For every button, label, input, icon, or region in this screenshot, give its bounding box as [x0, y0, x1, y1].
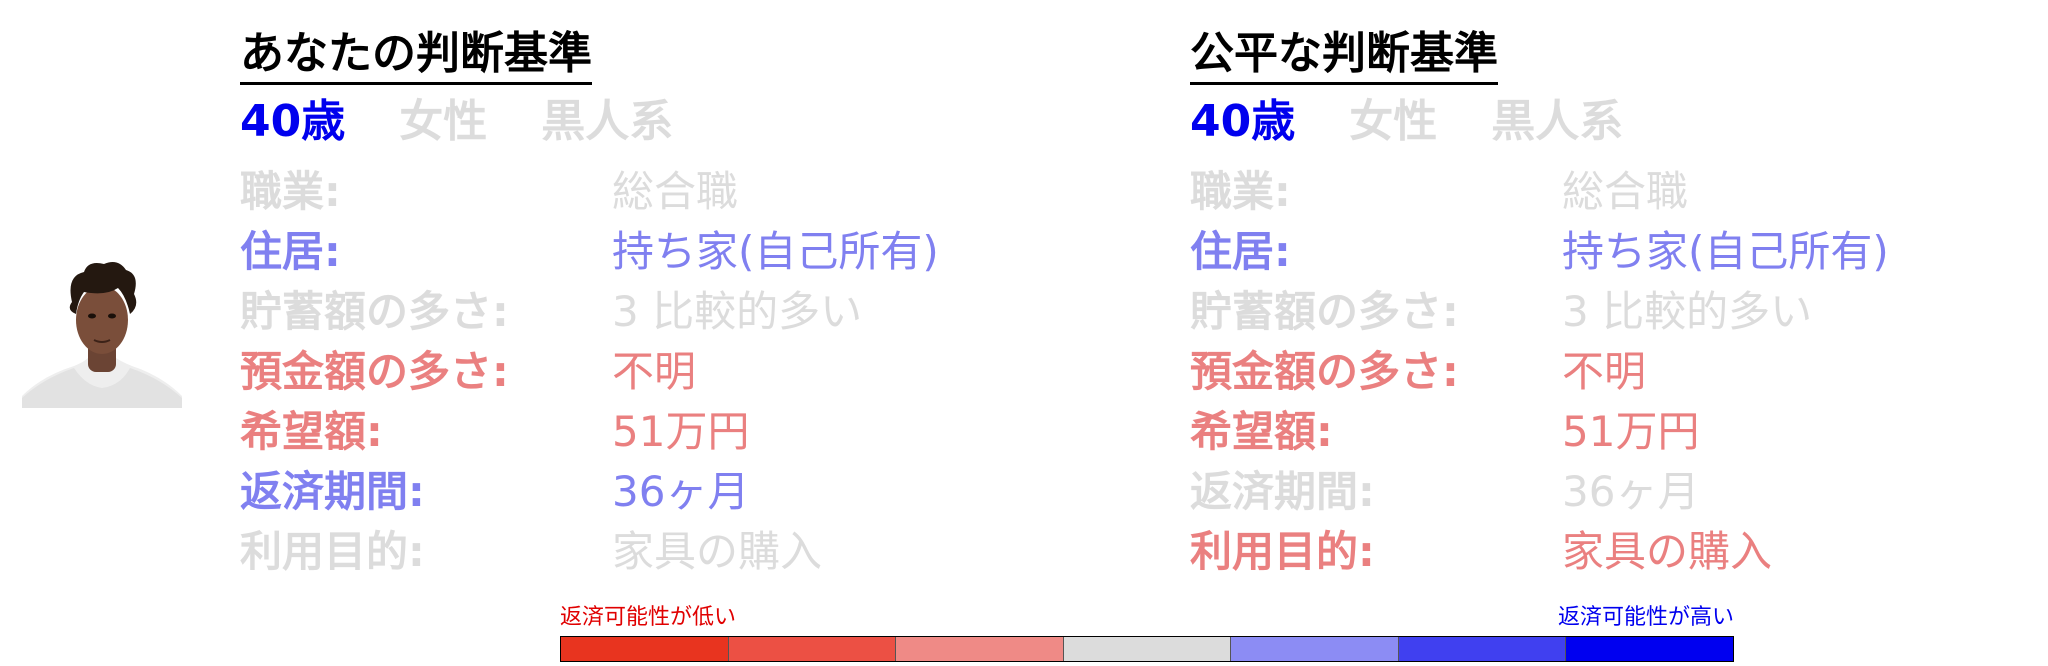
- row-savings: 貯蓄額の多さ: 3 比較的多い: [240, 282, 1140, 342]
- legend-low-label: 返済可能性が低い: [560, 605, 737, 630]
- row-value: 持ち家(自己所有): [612, 227, 939, 276]
- row-value: 不明: [612, 347, 697, 396]
- tag-age: 40歳: [1190, 96, 1296, 147]
- profile-tags: 40歳 女性 黒人系: [240, 92, 673, 152]
- legend-swatch: [1231, 637, 1399, 661]
- row-label: 返済期間:: [240, 467, 425, 516]
- row-label: 職業:: [1190, 167, 1291, 216]
- row-label: 住居:: [1190, 227, 1291, 276]
- legend-swatch: [561, 637, 729, 661]
- row-purpose: 利用目的: 家具の購入: [1190, 522, 2048, 582]
- person-photo: [22, 258, 182, 408]
- tag-gender: 女性: [399, 96, 488, 147]
- row-residence: 住居: 持ち家(自己所有): [1190, 222, 2048, 282]
- row-purpose: 利用目的: 家具の購入: [240, 522, 1140, 582]
- legend-swatch: [728, 637, 897, 661]
- legend-swatch: [896, 637, 1064, 661]
- row-label: 利用目的:: [1190, 527, 1375, 576]
- row-value: 51万円: [612, 407, 750, 456]
- panel-title: あなたの判断基準: [240, 26, 592, 85]
- person-photo-icon: [22, 262, 182, 408]
- tag-gender: 女性: [1349, 96, 1438, 147]
- row-deposit: 預金額の多さ: 不明: [1190, 342, 2048, 402]
- row-value: 総合職: [1562, 167, 1689, 216]
- row-label: 住居:: [240, 227, 341, 276]
- row-requested-amount: 希望額: 51万円: [240, 402, 1140, 462]
- row-value: 持ち家(自己所有): [1562, 227, 1889, 276]
- row-deposit: 預金額の多さ: 不明: [240, 342, 1140, 402]
- row-value: 家具の購入: [1562, 527, 1773, 576]
- row-requested-amount: 希望額: 51万円: [1190, 402, 2048, 462]
- legend-color-scale: [560, 636, 1734, 662]
- row-residence: 住居: 持ち家(自己所有): [240, 222, 1140, 282]
- tag-ethnicity: 黒人系: [1491, 96, 1624, 147]
- panel-title: 公平な判断基準: [1190, 26, 1498, 85]
- tag-ethnicity: 黒人系: [541, 96, 674, 147]
- row-occupation: 職業: 総合職: [240, 162, 1140, 222]
- row-value: 3 比較的多い: [612, 287, 863, 336]
- row-label: 預金額の多さ:: [1190, 347, 1459, 396]
- repayment-likelihood-legend: 返済可能性が低い 返済可能性が高い: [560, 604, 1734, 664]
- tag-age: 40歳: [240, 96, 346, 147]
- row-label: 返済期間:: [1190, 467, 1375, 516]
- row-value: 51万円: [1562, 407, 1700, 456]
- row-label: 希望額:: [240, 407, 383, 456]
- row-label: 職業:: [240, 167, 341, 216]
- row-label: 貯蓄額の多さ:: [1190, 287, 1459, 336]
- panel-fair-criteria: 公平な判断基準 40歳 女性 黒人系 職業: 総合職 住居: 持ち家(自己所有)…: [1190, 20, 2048, 590]
- legend-high-label: 返済可能性が高い: [1557, 605, 1734, 630]
- legend-swatch: [1398, 637, 1567, 661]
- row-occupation: 職業: 総合職: [1190, 162, 2048, 222]
- row-savings: 貯蓄額の多さ: 3 比較的多い: [1190, 282, 2048, 342]
- panel-your-criteria: あなたの判断基準 40歳 女性 黒人系 職業: 総合職 住居: 持ち家(自己所有…: [240, 20, 1140, 590]
- row-value: 36ヶ月: [612, 467, 750, 516]
- row-label: 利用目的:: [240, 527, 425, 576]
- legend-swatch: [1566, 637, 1734, 661]
- row-value: 総合職: [612, 167, 739, 216]
- row-value: 家具の購入: [612, 527, 823, 576]
- row-value: 3 比較的多い: [1562, 287, 1813, 336]
- row-label: 希望額:: [1190, 407, 1333, 456]
- legend-swatch: [1063, 637, 1232, 661]
- row-value: 不明: [1562, 347, 1647, 396]
- row-repayment-period: 返済期間: 36ヶ月: [1190, 462, 2048, 522]
- row-repayment-period: 返済期間: 36ヶ月: [240, 462, 1140, 522]
- row-label: 貯蓄額の多さ:: [240, 287, 509, 336]
- row-label: 預金額の多さ:: [240, 347, 509, 396]
- profile-tags: 40歳 女性 黒人系: [1190, 92, 1623, 152]
- row-value: 36ヶ月: [1562, 467, 1700, 516]
